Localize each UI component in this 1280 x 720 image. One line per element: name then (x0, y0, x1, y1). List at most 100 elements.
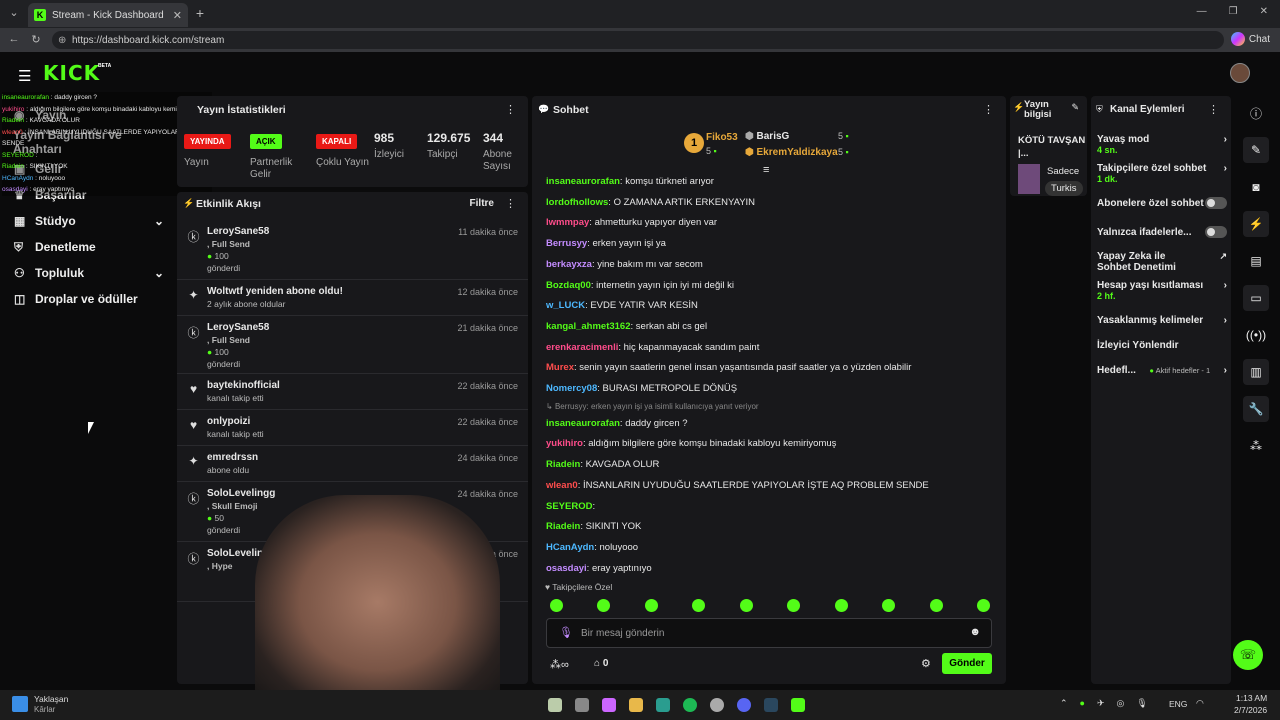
tray-chevron-icon[interactable]: ⌃ (1060, 698, 1068, 709)
chat-message[interactable]: HCanAydn: noluyooo (532, 538, 1002, 559)
subscribers-toggle[interactable] (1205, 197, 1227, 209)
info-icon[interactable]: ⓘ (1243, 100, 1269, 126)
category-name[interactable]: Sadece (1047, 166, 1079, 177)
chat-username[interactable]: Riadein (546, 459, 580, 470)
site-info-icon[interactable]: ⊕ (58, 35, 66, 46)
back-icon[interactable]: ← (6, 33, 22, 45)
emote-icon[interactable] (597, 599, 611, 612)
chat-username[interactable]: lwmmpay (546, 217, 589, 228)
kicks-points-icon[interactable]: ⁂∞ (550, 658, 569, 671)
hamburger-menu-icon[interactable]: ☰ (18, 67, 31, 85)
folder-icon[interactable] (629, 698, 643, 712)
action-ai-moderation[interactable]: Yapay Zeka ile Sohbet Denetimi ↗ (1097, 251, 1227, 273)
lightning-icon[interactable]: ⚡ (1243, 211, 1269, 237)
emote-icon[interactable] (976, 599, 990, 612)
chat-message[interactable]: insaneaurorafan: daddy gircen ? (532, 414, 1002, 435)
chat-message[interactable]: erenkaracimenli: hiç kapanmayacak sandım… (532, 338, 1002, 359)
action-goals[interactable]: Hedefl... ● Aktif hedefler - 1 › (1097, 365, 1227, 376)
chat-username[interactable]: Bozdaq00 (546, 280, 591, 291)
chat-username[interactable]: Berrusyy (546, 238, 587, 249)
chat-username[interactable]: Riadein (546, 521, 580, 532)
emoji-icon[interactable]: ☻ (969, 626, 981, 638)
chat-message[interactable]: wlean0: İNSANLARIN UYUDUĞU SAATLERDE YAP… (532, 476, 1002, 497)
emote-icon[interactable] (692, 599, 706, 612)
browser-tab[interactable]: K Stream - Kick Dashboard ✕ (28, 3, 188, 27)
send-button[interactable]: Gönder (942, 653, 992, 674)
emote-icon[interactable] (787, 599, 801, 612)
maximize-icon[interactable]: ❐ (1229, 6, 1238, 17)
emote-icon[interactable] (739, 599, 753, 612)
top-gifter-2[interactable]: ⬢ BarisG (745, 131, 789, 142)
tray-app-icon[interactable]: ● (1080, 698, 1085, 709)
chat-username[interactable]: SEYEROD (546, 501, 592, 512)
taskview-icon[interactable] (575, 698, 589, 712)
kick-app-icon[interactable] (791, 698, 805, 712)
emote-only-toggle[interactable] (1205, 226, 1227, 238)
search-icon[interactable] (548, 698, 562, 712)
kick-logo[interactable]: KICK (43, 61, 100, 85)
chat-message[interactable]: Nomercy08: BURASI METROPOLE DÖNÜŞ (532, 379, 1002, 400)
activity-item[interactable]: ✦ Woltwtf yeniden abone oldu! 2 aylık ab… (177, 280, 528, 316)
chat-message[interactable]: berkayxza: yine bakım mı var secom (532, 255, 1002, 276)
chat-message[interactable]: Bozdaq00: internetin yayın için iyi mi d… (532, 276, 1002, 297)
chat-username[interactable]: insaneaurorafan (546, 418, 620, 429)
chat-message[interactable]: osasdayi: eray yaptınıyo (532, 559, 1002, 580)
layout-icon[interactable]: ▥ (1243, 359, 1269, 385)
chat-button[interactable]: Chat (1230, 32, 1270, 46)
edit-icon[interactable]: ✎ (1071, 102, 1079, 113)
action-banned-words[interactable]: Yasaklanmış kelimeler › (1097, 315, 1227, 326)
edit-icon[interactable]: ✎ (1243, 137, 1269, 163)
chat-message[interactable]: yukihiro: aldığım bilgilere göre komşu b… (532, 434, 1002, 455)
chat-input[interactable]: 🎙 Bir mesaj gönderin ☻ (546, 618, 992, 648)
store-points[interactable]: ⌂ 0 (594, 658, 608, 669)
steam-icon[interactable] (764, 698, 778, 712)
chat-username[interactable]: HCanAydn (546, 542, 594, 553)
chat-message[interactable]: Berrusyy: erken yayın işi ya (532, 234, 1002, 255)
broadcast-icon[interactable]: ((•)) (1243, 322, 1269, 348)
close-tab-icon[interactable]: ✕ (173, 9, 182, 22)
obs-icon[interactable] (710, 698, 724, 712)
chat-message[interactable]: Murex: senin yayın saatlerin genel insan… (532, 358, 1002, 379)
more-options-icon[interactable]: ⋮ (1208, 103, 1219, 116)
emote-icon[interactable] (644, 599, 658, 612)
tab-list-icon[interactable]: ⌄ (6, 6, 22, 19)
close-window-icon[interactable]: ✕ (1260, 6, 1268, 17)
chat-message[interactable]: insaneaurorafan: komşu türkneti arıyor (532, 172, 1002, 193)
clock-time[interactable]: 1:13 AM (1236, 693, 1267, 703)
tray-network-icon[interactable]: ✈ (1097, 698, 1105, 709)
camera-icon[interactable]: ◙ (1243, 174, 1269, 200)
chat-message[interactable]: kangal_ahmet3162: serkan abi cs gel (532, 317, 1002, 338)
activity-item[interactable]: ⓚ LeroySane58 , Full Send ● 100 gönderdi… (177, 220, 528, 280)
discord-icon[interactable] (737, 698, 751, 712)
sidebar-item-denetleme[interactable]: ⛨ Denetleme (14, 234, 164, 260)
spotify-icon[interactable] (683, 698, 697, 712)
wifi-icon[interactable]: ◠ (1196, 698, 1204, 709)
activity-item[interactable]: ♥ onlypoizi kanalı takip etti 22 dakika … (177, 410, 528, 446)
help-headset-icon[interactable]: ☏ (1233, 640, 1263, 670)
activity-item[interactable]: ⓚ LeroySane58 , Full Send ● 100 gönderdi… (177, 316, 528, 374)
language-indicator[interactable]: ENG (1169, 699, 1187, 709)
sidebar-item-droplar[interactable]: ◫ Droplar ve ödüller (14, 286, 164, 312)
chat-message[interactable]: w_LUCK: EVDE YATIR VAR KESİN (532, 296, 1002, 317)
action-emote-only[interactable]: Yalnızca ifadelerle... (1097, 226, 1227, 238)
edge-icon[interactable] (656, 698, 670, 712)
microphone-icon[interactable]: 🎙 (559, 626, 573, 639)
chat-icon[interactable]: ▭ (1243, 285, 1269, 311)
weather-icon[interactable] (12, 696, 28, 712)
chat-username[interactable]: wlean0 (546, 480, 578, 491)
action-account-age[interactable]: Hesap yaşı kısıtlaması › 2 hf. (1097, 280, 1227, 301)
chat-username[interactable]: insaneaurorafan (546, 176, 620, 187)
activity-item[interactable]: ✦ emredrssn abone oldu 24 dakika önce (177, 446, 528, 482)
sidebar-item-studyo[interactable]: ▦ Stüdyo ⌄ (14, 208, 164, 234)
chat-username[interactable]: osasdayi (546, 563, 587, 574)
copilot-icon[interactable] (602, 698, 616, 712)
filter-button[interactable]: Filtre (470, 198, 494, 209)
emote-icon[interactable] (550, 599, 563, 612)
notes-icon[interactable]: ▤ (1243, 248, 1269, 274)
top-gifter-3[interactable]: ⬢ EkremYaldizkaya (745, 147, 838, 158)
chat-username[interactable]: kangal_ahmet3162 (546, 321, 631, 332)
url-field[interactable]: ⊕ https://dashboard.kick.com/stream (52, 31, 1224, 49)
action-slow-mode[interactable]: Yavaş mod › 4 sn. (1097, 134, 1227, 155)
chat-message[interactable]: Riadein: KAVGADA OLUR (532, 455, 1002, 476)
chat-username[interactable]: erenkaracimenli (546, 342, 618, 353)
